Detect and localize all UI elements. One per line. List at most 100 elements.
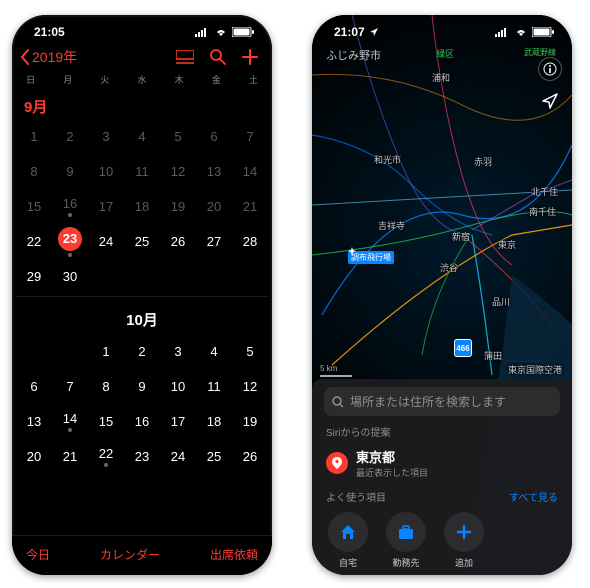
weekday: 月 bbox=[49, 73, 86, 86]
calendar-day[interactable]: 15 bbox=[88, 404, 124, 439]
calendar-day[interactable]: 25 bbox=[196, 439, 232, 474]
calendar-day[interactable]: 1 bbox=[88, 334, 124, 369]
battery-icon bbox=[232, 27, 254, 37]
calendar-day[interactable]: 7 bbox=[52, 369, 88, 404]
search-input[interactable]: 場所または住所を検索します bbox=[324, 387, 560, 416]
favorite-add[interactable]: 追加 bbox=[444, 512, 484, 569]
calendar-day[interactable]: 25 bbox=[124, 224, 160, 259]
calendar-day[interactable]: 23 bbox=[52, 224, 88, 259]
calendar-day[interactable]: 14 bbox=[232, 154, 268, 189]
calendar-day[interactable]: 18 bbox=[124, 189, 160, 224]
calendar-day[interactable]: 22 bbox=[88, 439, 124, 474]
calendar-day[interactable]: 17 bbox=[88, 189, 124, 224]
status-bar: 21:05 bbox=[12, 15, 272, 43]
calendar-day[interactable]: 11 bbox=[196, 369, 232, 404]
event-dot bbox=[104, 463, 108, 467]
weekday: 水 bbox=[123, 73, 160, 86]
calendar-day[interactable]: 6 bbox=[16, 369, 52, 404]
list-view-icon[interactable] bbox=[176, 50, 194, 64]
calendar-day[interactable]: 2 bbox=[124, 334, 160, 369]
cellular-icon bbox=[495, 27, 510, 37]
calendar-day[interactable]: 8 bbox=[88, 369, 124, 404]
calendar-day[interactable]: 26 bbox=[232, 439, 268, 474]
calendar-day[interactable]: 17 bbox=[160, 404, 196, 439]
label-akabane: 赤羽 bbox=[474, 155, 492, 168]
inbox-button[interactable]: 出席依頼 bbox=[210, 546, 258, 563]
calendar-day[interactable]: 29 bbox=[16, 259, 52, 294]
calendar-day[interactable]: 21 bbox=[52, 439, 88, 474]
calendar-day[interactable]: 21 bbox=[232, 189, 268, 224]
calendar-day bbox=[124, 259, 160, 294]
calendar-grid[interactable]: 9月 1234567891011121314151617181920212223… bbox=[12, 90, 272, 474]
bottom-sheet[interactable]: 場所または住所を検索します Siriからの提案 東京都 最近表示した項目 よく使… bbox=[312, 379, 572, 575]
wifi-icon bbox=[514, 27, 528, 37]
calendar-day[interactable]: 20 bbox=[196, 189, 232, 224]
back-button[interactable]: 2019年 bbox=[20, 47, 77, 67]
calendar-day[interactable]: 9 bbox=[124, 369, 160, 404]
calendar-day[interactable]: 8 bbox=[16, 154, 52, 189]
calendar-day[interactable]: 19 bbox=[160, 189, 196, 224]
favorite-label: 追加 bbox=[455, 556, 473, 569]
favorite-home[interactable]: 自宅 bbox=[328, 512, 368, 569]
calendar-week: 6789101112 bbox=[16, 369, 268, 404]
calendar-day[interactable]: 10 bbox=[160, 369, 196, 404]
search-icon[interactable] bbox=[210, 49, 226, 65]
calendar-day[interactable]: 12 bbox=[232, 369, 268, 404]
calendar-day bbox=[160, 259, 196, 294]
calendar-day[interactable]: 22 bbox=[16, 224, 52, 259]
calendar-week: 1234567 bbox=[16, 119, 268, 154]
calendar-week: 13141516171819 bbox=[16, 404, 268, 439]
calendar-day[interactable]: 20 bbox=[16, 439, 52, 474]
add-event-icon[interactable] bbox=[242, 49, 258, 65]
status-time: 21:07 bbox=[334, 25, 365, 39]
see-all-link[interactable]: すべて見る bbox=[509, 489, 558, 504]
calendar-day[interactable]: 26 bbox=[160, 224, 196, 259]
locate-me-button[interactable] bbox=[538, 89, 562, 113]
calendar-day[interactable]: 9 bbox=[52, 154, 88, 189]
label-minamisenju: 南千住 bbox=[529, 205, 556, 218]
calendar-day[interactable]: 12 bbox=[160, 154, 196, 189]
calendar-day[interactable]: 23 bbox=[124, 439, 160, 474]
calendar-day[interactable]: 30 bbox=[52, 259, 88, 294]
calendar-day[interactable]: 6 bbox=[196, 119, 232, 154]
calendar-day[interactable]: 4 bbox=[124, 119, 160, 154]
siri-suggestions-heading: Siriからの提案 bbox=[324, 416, 560, 443]
calendar-day[interactable]: 18 bbox=[196, 404, 232, 439]
today-button[interactable]: 今日 bbox=[26, 546, 50, 563]
siri-suggestion-item[interactable]: 東京都 最近表示した項目 bbox=[324, 443, 560, 487]
calendar-day[interactable]: 13 bbox=[196, 154, 232, 189]
calendar-day[interactable]: 5 bbox=[232, 334, 268, 369]
favorites-heading: よく使う項目 bbox=[326, 489, 386, 504]
calendar-day[interactable]: 24 bbox=[88, 224, 124, 259]
top-locality-label: ふじみ野市 bbox=[326, 47, 381, 63]
calendar-day[interactable]: 28 bbox=[232, 224, 268, 259]
calendar-day[interactable]: 3 bbox=[160, 334, 196, 369]
calendar-day[interactable]: 3 bbox=[88, 119, 124, 154]
chofu-airport-badge[interactable]: 調布飛行場 bbox=[348, 247, 394, 265]
calendar-day[interactable]: 7 bbox=[232, 119, 268, 154]
calendar-day[interactable]: 11 bbox=[124, 154, 160, 189]
calendar-day[interactable]: 14 bbox=[52, 404, 88, 439]
calendar-day bbox=[88, 259, 124, 294]
calendar-day[interactable]: 4 bbox=[196, 334, 232, 369]
cellular-icon bbox=[195, 27, 210, 37]
calendar-day[interactable]: 27 bbox=[196, 224, 232, 259]
calendar-day[interactable]: 19 bbox=[232, 404, 268, 439]
label-urawa: 浦和 bbox=[432, 71, 450, 84]
weekday: 日 bbox=[12, 73, 49, 86]
info-button[interactable] bbox=[538, 57, 562, 81]
calendar-day[interactable]: 1 bbox=[16, 119, 52, 154]
calendar-day[interactable]: 2 bbox=[52, 119, 88, 154]
status-time: 21:05 bbox=[34, 25, 65, 39]
calendar-day[interactable]: 13 bbox=[16, 404, 52, 439]
calendar-day[interactable]: 16 bbox=[52, 189, 88, 224]
calendar-day[interactable]: 5 bbox=[160, 119, 196, 154]
calendar-day[interactable]: 24 bbox=[160, 439, 196, 474]
calendar-week: 15161718192021 bbox=[16, 189, 268, 224]
calendar-day bbox=[232, 259, 268, 294]
favorite-work[interactable]: 勤務先 bbox=[386, 512, 426, 569]
calendar-day[interactable]: 10 bbox=[88, 154, 124, 189]
calendars-button[interactable]: カレンダー bbox=[100, 546, 160, 563]
calendar-day[interactable]: 16 bbox=[124, 404, 160, 439]
calendar-day[interactable]: 15 bbox=[16, 189, 52, 224]
